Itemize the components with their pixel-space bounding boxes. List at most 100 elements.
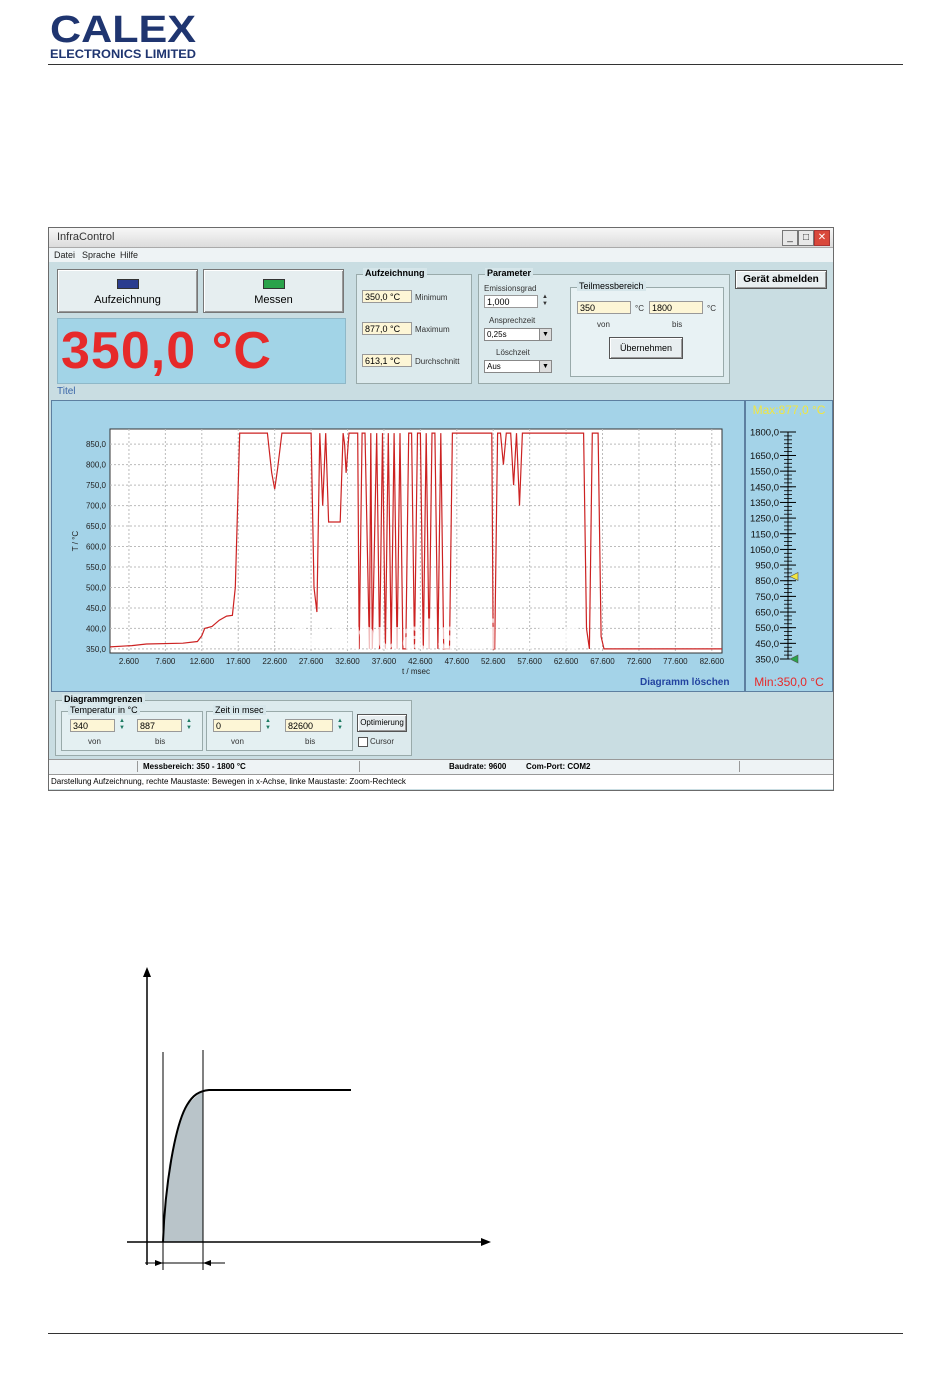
x-tick-label: 82.600: [700, 657, 725, 666]
scale-tick-label: 950,0: [755, 561, 779, 572]
interval-arrow-right-icon: [203, 1260, 211, 1266]
scale-tick-label: 1050,0: [750, 545, 779, 556]
x-tick-label: 67.600: [590, 657, 615, 666]
subrange-to-input[interactable]: 1800: [649, 301, 703, 314]
time-from-spinner[interactable]: ▲ ▼: [263, 718, 273, 733]
device-logout-button[interactable]: Gerät abmelden: [735, 270, 827, 289]
temp-from-label: von: [88, 737, 101, 746]
minimum-label: Minimum: [415, 293, 448, 302]
subrange-from-input[interactable]: 350: [577, 301, 631, 314]
emissivity-spinner[interactable]: ▲ ▼: [540, 294, 550, 309]
scale-tick-label: 1250,0: [750, 514, 779, 525]
title-bar: InfraControl _ □ ✕: [49, 228, 833, 248]
y-tick-label: 550,0: [86, 563, 107, 572]
minimum-value: 350,0 °C: [362, 290, 412, 303]
y-tick-label: 850,0: [86, 440, 107, 449]
x-axis-arrow-icon: [481, 1238, 491, 1246]
x-tick-label: 17.600: [226, 657, 251, 666]
hint-bar: Darstellung Aufzeichnung, rechte Maustas…: [49, 774, 833, 789]
subrange-group-title: Teilmessbereich: [577, 281, 646, 291]
temperature-chart-panel[interactable]: 350,0 400,0 450,0 500,0 550,0 600,0 650,0 700,0…: [51, 400, 745, 692]
infracontrol-window: InfraControl _ □ ✕ Datei Sprache Hilfe A…: [48, 227, 834, 791]
menu-bar: Datei Sprache Hilfe: [49, 248, 833, 262]
scale-tick-label: 650,0: [755, 608, 779, 619]
time-to-input[interactable]: 82600: [285, 719, 333, 732]
x-tick-label: 77.600: [663, 657, 688, 666]
title-label: Titel: [57, 386, 76, 397]
record-led-icon: [117, 279, 139, 289]
clear-time-select[interactable]: Aus ▼: [484, 360, 552, 373]
y-tick-label: 500,0: [86, 583, 107, 592]
menu-language[interactable]: Sprache: [82, 250, 116, 260]
time-from-label: von: [231, 737, 244, 746]
menu-file[interactable]: Datei: [54, 250, 75, 260]
response-time-diagram: [127, 967, 491, 1270]
time-limits-title: Zeit in msec: [213, 705, 266, 715]
time-limits-group: Zeit in msec 0 ▲ ▼ 82600 ▲ ▼ von bis: [206, 705, 353, 751]
logo-subtitle: ELECTRONICS LIMITED: [50, 49, 196, 60]
clear-time-value: Aus: [487, 362, 501, 371]
subrange-to-label: bis: [672, 320, 683, 329]
scale-tick-label: 350,0: [755, 655, 779, 666]
temperature-scale: 1800,0 1650,0 1550,0 1450,0 1350,0 1250,0 1150…: [750, 428, 799, 666]
menu-help[interactable]: Hilfe: [120, 250, 138, 260]
time-to-label: bis: [305, 737, 316, 746]
recording-group-title: Aufzeichnung: [363, 268, 427, 278]
temperature-display: 350,0 °C: [57, 318, 346, 384]
apply-button[interactable]: Übernehmen: [609, 337, 683, 359]
clear-diagram-link[interactable]: Diagramm löschen: [640, 677, 729, 688]
header-divider: [48, 64, 903, 65]
temperature-limits-title: Temperatur in °C: [68, 705, 140, 715]
baud-rate: Baudrate: 9600: [449, 762, 507, 771]
record-button[interactable]: Aufzeichnung: [57, 269, 198, 313]
current-temperature: 350,0 °C: [61, 322, 272, 380]
cursor-checkbox[interactable]: [358, 737, 368, 747]
scale-tick-label: 750,0: [755, 592, 779, 603]
response-time-select[interactable]: 0,25s ▼: [484, 328, 552, 341]
chevron-down-icon: ▼: [539, 329, 551, 340]
y-axis-arrow-icon: [143, 967, 151, 977]
y-axis-label: T / °C: [71, 531, 80, 552]
scale-tick-label: 1800,0: [750, 428, 779, 439]
temperature-scale-panel: Max:877,0 °C 1800,0 1650,0 1550,0 1450,0 135…: [745, 400, 833, 692]
optimize-button[interactable]: Optimierung: [357, 714, 407, 732]
temp-to-spinner[interactable]: ▲ ▼: [184, 718, 194, 733]
interval-arrow-left-icon: [155, 1260, 163, 1266]
temp-from-spinner[interactable]: ▲ ▼: [117, 718, 127, 733]
temp-to-label: bis: [155, 737, 166, 746]
y-tick-label: 450,0: [86, 604, 107, 613]
com-port: Com-Port: COM2: [526, 762, 591, 771]
window-title: InfraControl: [57, 231, 115, 243]
temp-to-input[interactable]: 887: [137, 719, 182, 732]
maximize-button[interactable]: □: [798, 230, 814, 246]
status-separator: [359, 761, 360, 772]
measure-button[interactable]: Messen: [203, 269, 344, 313]
x-tick-label: 7.600: [155, 657, 176, 666]
close-button[interactable]: ✕: [814, 230, 830, 246]
time-to-spinner[interactable]: ▲ ▼: [335, 718, 345, 733]
scale-tick-label: 450,0: [755, 639, 779, 650]
maximum-value: 877,0 °C: [362, 322, 412, 335]
status-separator: [739, 761, 740, 772]
y-tick-label: 750,0: [86, 481, 107, 490]
measure-button-label: Messen: [254, 294, 293, 306]
parameter-group: Parameter Emissionsgrad 1,000 ▲ ▼ Ansprec…: [478, 268, 730, 384]
diagram-limits-group: Diagrammgrenzen Temperatur in °C 340 ▲ ▼ …: [55, 694, 412, 756]
x-tick-label: 22.600: [262, 657, 287, 666]
x-tick-label: 2.600: [119, 657, 140, 666]
subrange-group: Teilmessbereich 350 °C 1800 °C von bis Ü…: [570, 281, 724, 377]
y-tick-label: 600,0: [86, 543, 107, 552]
scale-tick-label: 1450,0: [750, 482, 779, 493]
time-from-input[interactable]: 0: [213, 719, 261, 732]
temperature-limits-group: Temperatur in °C 340 ▲ ▼ 887 ▲ ▼ von bis: [61, 705, 203, 751]
minimize-button[interactable]: _: [782, 230, 798, 246]
temp-from-input[interactable]: 340: [70, 719, 115, 732]
max-marker-icon: [789, 572, 799, 581]
record-button-label: Aufzeichnung: [94, 294, 161, 306]
average-value: 613,1 °C: [362, 354, 412, 367]
y-tick-label: 700,0: [86, 502, 107, 511]
min-marker-icon: [789, 654, 799, 664]
emissivity-input[interactable]: 1,000: [484, 295, 538, 308]
emissivity-label: Emissionsgrad: [484, 284, 537, 293]
diagram-limits-title: Diagrammgrenzen: [62, 694, 145, 704]
